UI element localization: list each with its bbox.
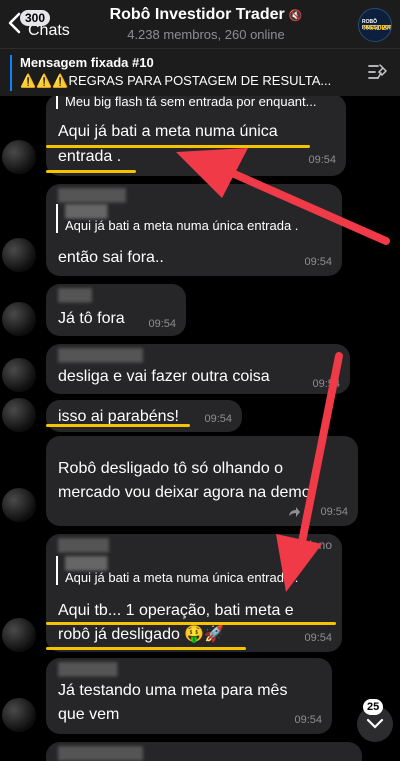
message-bubble[interactable]: ████ Já tô fora 09:54: [46, 284, 186, 336]
message-text: então sai fora..: [58, 249, 164, 266]
back-button[interactable]: Chats 300: [6, 8, 76, 40]
unread-count-badge: 25: [363, 699, 384, 715]
group-avatar[interactable]: ROBÔ INVESTIDOR TRADER: [358, 8, 392, 42]
message-time: 09:54: [308, 154, 336, 166]
message-time: 09:54: [294, 714, 322, 726]
pinned-list-icon[interactable]: [366, 61, 388, 83]
user-avatar[interactable]: [2, 302, 36, 336]
message-bubble[interactable]: ███████ Já testando uma meta para mês qu…: [46, 658, 332, 734]
reply-quote[interactable]: █████ Aqui já bati a meta numa única ent…: [56, 204, 298, 233]
sender-name: ████: [58, 288, 93, 302]
message-bubble[interactable]: isso ai parabéns! 09:54: [46, 400, 242, 432]
avatar-text-2: TRADER: [362, 25, 392, 32]
message-text: Robô desligado tô só olhando o: [58, 460, 284, 477]
user-avatar[interactable]: [2, 358, 36, 392]
pinned-text: ⚠️⚠️⚠️REGRAS PARA POSTAGEM DE RESULTA...: [20, 73, 332, 88]
message-text: desliga e vai fazer outra coisa: [58, 368, 270, 385]
message-text: Aqui tb... 1 operação, bati meta e: [58, 602, 294, 619]
reply-text: Aqui já bati a meta numa única entrada .: [65, 218, 299, 233]
unread-badge: 300: [20, 10, 51, 26]
admin-tag: dono: [305, 538, 332, 552]
user-avatar[interactable]: [2, 698, 36, 732]
sender-name: ██████████: [58, 746, 144, 760]
chevron-down-icon: [366, 718, 384, 729]
user-avatar[interactable]: [2, 398, 36, 432]
message-bubble[interactable]: ████████ █████ Aqui já bati a meta numa …: [46, 184, 342, 276]
message-bubble[interactable]: Meu big flash tá sem entrada por enquant…: [46, 96, 346, 176]
message-time: 09:54: [320, 506, 348, 518]
forward-icon[interactable]: [288, 507, 300, 517]
reply-sender: █████: [65, 204, 108, 218]
highlight-underline: [46, 622, 336, 625]
chat-title-area[interactable]: Robô Investidor Trader 🔇 4.238 membros, 2…: [86, 6, 326, 42]
highlight-underline: [46, 424, 190, 427]
highlight-underline: [46, 145, 310, 148]
sender-name: ██████: [58, 538, 110, 552]
pinned-title: Mensagem fixada #10: [20, 55, 154, 70]
reply-quote[interactable]: Meu big flash tá sem entrada por enquant…: [56, 96, 317, 109]
chat-header: Chats 300 Robô Investidor Trader 🔇 4.238 …: [0, 0, 400, 48]
message-bubble[interactable]: ██████ dono █████ Aqui já bati a meta nu…: [46, 534, 342, 652]
reply-quote[interactable]: █████ Aqui já bati a meta numa única ent…: [56, 556, 298, 585]
chat-title: Robô Investidor Trader 🔇: [109, 6, 303, 23]
chat-subtitle: 4.238 membros, 260 online: [127, 27, 285, 42]
message-bubble[interactable]: Robô desligado tô só olhando o mercado v…: [46, 436, 358, 526]
message-list[interactable]: Meu big flash tá sem entrada por enquant…: [0, 96, 400, 761]
message-time: 09:54: [304, 256, 332, 268]
user-avatar[interactable]: [2, 618, 36, 652]
message-text: que vem: [58, 706, 120, 723]
user-avatar[interactable]: [2, 140, 36, 174]
message-text: robô já desligado 🤑🚀: [58, 626, 225, 643]
user-avatar[interactable]: [2, 488, 36, 522]
message-bubble[interactable]: ██████████ desliga e vai fazer outra coi…: [46, 344, 350, 394]
message-time: 09:54: [204, 413, 232, 425]
highlight-underline: [46, 647, 246, 650]
message-time: 09:54: [304, 632, 332, 644]
message-time: 09:54: [312, 378, 340, 390]
message-text: mercado vou deixar agora na demo: [58, 484, 311, 501]
reply-text: Aqui já bati a meta numa única entrada .: [65, 570, 299, 585]
sender-name: ██████████: [58, 348, 144, 362]
pinned-indicator: [10, 55, 12, 91]
user-avatar[interactable]: [2, 238, 36, 272]
message-text: entrada .: [58, 148, 122, 165]
reply-sender: █████: [65, 556, 108, 570]
message-text: Já tô fora: [58, 310, 125, 327]
reply-text: Meu big flash tá sem entrada por enquant…: [65, 96, 317, 109]
message-time: 09:54: [148, 318, 176, 330]
highlight-underline: [46, 170, 136, 173]
sender-name: ███████: [58, 662, 118, 676]
mute-icon: 🔇: [288, 10, 303, 22]
message-text: Aqui já bati a meta numa única: [58, 123, 278, 140]
message-bubble[interactable]: ██████████: [46, 742, 362, 761]
pinned-message-bar[interactable]: Mensagem fixada #10 ⚠️⚠️⚠️REGRAS PARA PO…: [0, 48, 400, 96]
message-text: Já testando uma meta para mês: [58, 682, 288, 699]
sender-name: ████████: [58, 188, 127, 202]
